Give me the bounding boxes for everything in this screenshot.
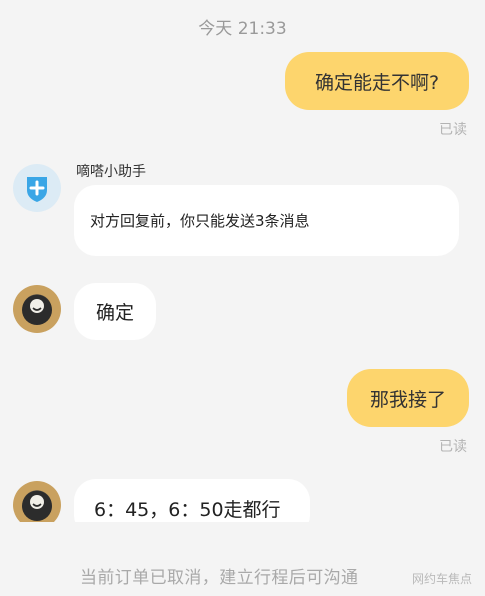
message-text: 对方回复前，你只能发送3条消息 [90,212,310,230]
user-avatar[interactable] [13,285,61,333]
user-avatar-image [22,295,52,325]
message-text: 确定 [95,302,134,324]
message-bubble-incoming[interactable]: 对方回复前，你只能发送3条消息 [74,185,459,256]
order-cancelled-notice: 当前订单已取消，建立行程后可沟通 [80,568,359,588]
chat-timestamp: 今天 21:33 [198,19,287,39]
watermark: 网约车焦点 [412,572,473,586]
assistant-avatar[interactable] [13,164,61,212]
message-bubble-outgoing[interactable]: 那我接了 [347,369,469,427]
message-bubble-outgoing[interactable]: 确定能走不啊? [285,52,469,110]
message-text: 6：45，6：50走都行 [94,498,281,521]
message-bubble-incoming[interactable]: 确定 [74,283,156,340]
assistant-shield-icon [27,177,47,202]
read-receipt: 已读 [439,439,467,455]
message-text: 那我接了 [369,388,446,411]
read-receipt: 已读 [439,122,467,138]
message-text: 确定能走不啊? [314,71,440,94]
sender-name: 嘀嗒小助手 [76,164,146,180]
